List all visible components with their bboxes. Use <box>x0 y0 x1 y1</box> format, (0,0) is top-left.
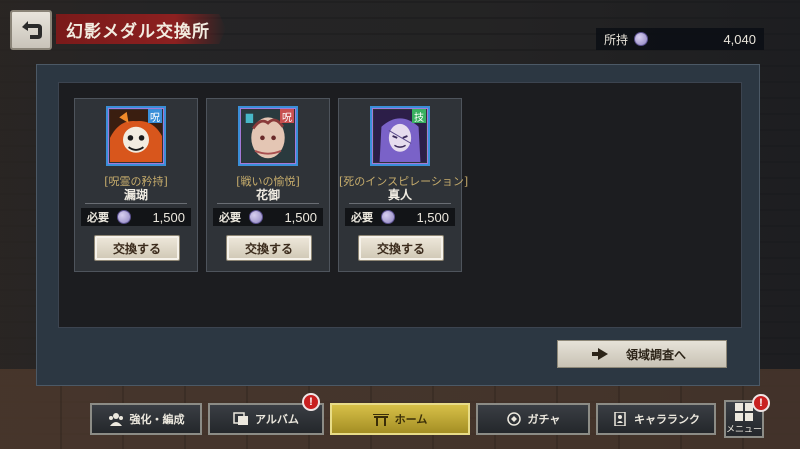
need-label: 必要 <box>219 211 241 224</box>
phantom-medal-icon <box>249 210 263 224</box>
cursed-badge-icon: 呪 <box>148 109 162 124</box>
back-arrow-icon <box>22 21 42 39</box>
cost-value: 1,500 <box>416 209 449 225</box>
owned-label: 所持 <box>604 32 629 47</box>
exchange-card: 呪 [呪霊の矜持] 漏瑚 必要 1,500 交換する <box>74 98 198 272</box>
page-title: 幻影メダル交換所 <box>66 21 210 42</box>
nav-chara-rank-label: キャラランク <box>634 413 700 426</box>
phantom-medal-icon <box>634 32 649 46</box>
menu-grid-icon <box>735 403 753 421</box>
cursed-badge-icon: 呪 <box>280 109 294 124</box>
phantom-medal-icon <box>117 210 131 224</box>
nav-enhance-label: 強化・編成 <box>129 413 185 426</box>
domain-survey-button[interactable]: 領域調査へ <box>557 340 727 368</box>
cost-value: 1,500 <box>152 209 185 225</box>
survey-button-label: 領域調査へ <box>625 347 686 362</box>
nav-home-button[interactable]: ホーム <box>330 403 470 435</box>
menu-alert-badge: ! <box>752 394 770 412</box>
gacha-icon <box>506 412 521 426</box>
card-name: 真人 <box>387 188 412 202</box>
character-portrait[interactable]: 技 <box>370 106 430 166</box>
home-gate-icon <box>372 414 389 426</box>
cursed-badge-icon: 技 <box>412 109 426 124</box>
divider <box>85 203 187 204</box>
nav-gacha-label: ガチャ <box>527 413 561 426</box>
menu-label: メニュー <box>726 425 763 435</box>
album-icon <box>233 412 249 425</box>
character-portrait[interactable]: 呪 <box>238 106 298 166</box>
cost-value: 1,500 <box>284 209 317 225</box>
cost-row: 必要 1,500 <box>81 208 191 226</box>
exchange-button[interactable]: 交換する <box>94 235 180 261</box>
owned-value: 4,040 <box>723 31 756 47</box>
nav-album-label: アルバム <box>255 413 299 426</box>
divider <box>349 203 451 204</box>
character-portrait[interactable]: 呪 <box>106 106 166 166</box>
exchange-card: 技 [死のインスピレーション] 真人 必要 1,500 交換する <box>338 98 468 272</box>
nav-home-label: ホーム <box>394 413 428 426</box>
cost-row: 必要 1,500 <box>213 208 323 226</box>
exchange-button[interactable]: 交換する <box>358 235 444 261</box>
nav-gacha-button[interactable]: ガチャ <box>476 403 590 435</box>
card-name: 漏瑚 <box>123 188 148 202</box>
back-button[interactable] <box>10 10 52 50</box>
character-card-icon <box>614 412 626 426</box>
nav-chara-rank-button[interactable]: キャラランク <box>596 403 716 435</box>
owned-medals-display: 所持 4,040 <box>596 28 764 50</box>
arrow-right-icon <box>591 348 608 360</box>
phantom-medal-icon <box>381 210 395 224</box>
nav-enhance-button[interactable]: 強化・編成 <box>90 403 202 435</box>
need-label: 必要 <box>351 211 373 224</box>
divider <box>217 203 319 204</box>
album-alert-badge: ! <box>302 393 320 411</box>
card-name: 花御 <box>255 188 280 202</box>
need-label: 必要 <box>87 211 109 224</box>
team-icon <box>108 413 123 426</box>
title-banner: 幻影メダル交換所 <box>56 14 226 44</box>
exchange-button[interactable]: 交換する <box>226 235 312 261</box>
cost-row: 必要 1,500 <box>345 208 455 226</box>
exchange-card: 呪 [戦いの愉悦] 花御 必要 1,500 交換する <box>206 98 330 272</box>
